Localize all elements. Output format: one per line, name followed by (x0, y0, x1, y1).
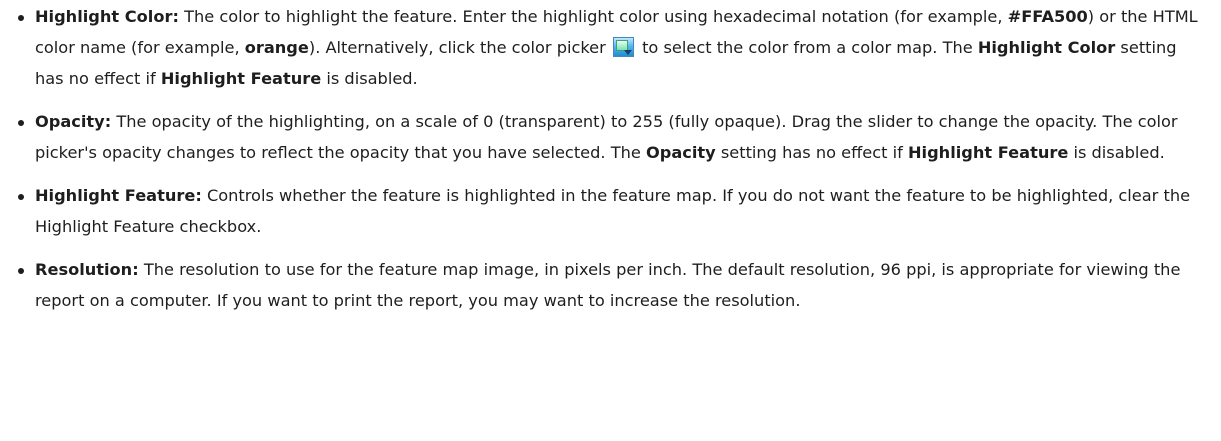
description-text: is disabled. (321, 69, 418, 88)
color-picker-icon[interactable] (612, 37, 634, 57)
list-item-highlight-feature: Highlight Feature: Controls whether the … (0, 180, 1221, 242)
bullet-icon (18, 268, 24, 274)
description-text: The resolution to use for the feature ma… (35, 260, 1181, 310)
description-text: is disabled. (1068, 143, 1165, 162)
list-item-resolution: Resolution: The resolution to use for th… (0, 254, 1221, 316)
bold-opacity: Opacity (645, 143, 716, 162)
bold-highlight-feature: Highlight Feature (160, 69, 322, 88)
term-highlight-feature: Highlight Feature: (35, 186, 202, 205)
description-text: setting has no effect if (715, 143, 908, 162)
color-name-example: orange (244, 38, 309, 57)
list-item-highlight-color: Highlight Color: The color to highlight … (0, 1, 1221, 94)
description-text: ). Alternatively, click the color picker (308, 38, 611, 57)
bold-highlight-feature: Highlight Feature (907, 143, 1069, 162)
settings-list: Highlight Color: The color to highlight … (0, 1, 1221, 316)
help-document: Highlight Color: The color to highlight … (0, 1, 1221, 441)
bold-highlight-color: Highlight Color (977, 38, 1116, 57)
term-highlight-color: Highlight Color: (35, 7, 179, 26)
term-resolution: Resolution: (35, 260, 139, 279)
bullet-icon (18, 194, 24, 200)
description-text: to select the color from a color map. Th… (636, 38, 978, 57)
term-opacity: Opacity: (35, 112, 112, 131)
description-text: The color to highlight the feature. Ente… (178, 7, 1008, 26)
hex-example: #FFA500 (1007, 7, 1088, 26)
bullet-icon (18, 120, 24, 126)
bullet-icon (18, 15, 24, 21)
description-text: Controls whether the feature is highligh… (35, 186, 1191, 236)
list-item-opacity: Opacity: The opacity of the highlighting… (0, 106, 1221, 168)
